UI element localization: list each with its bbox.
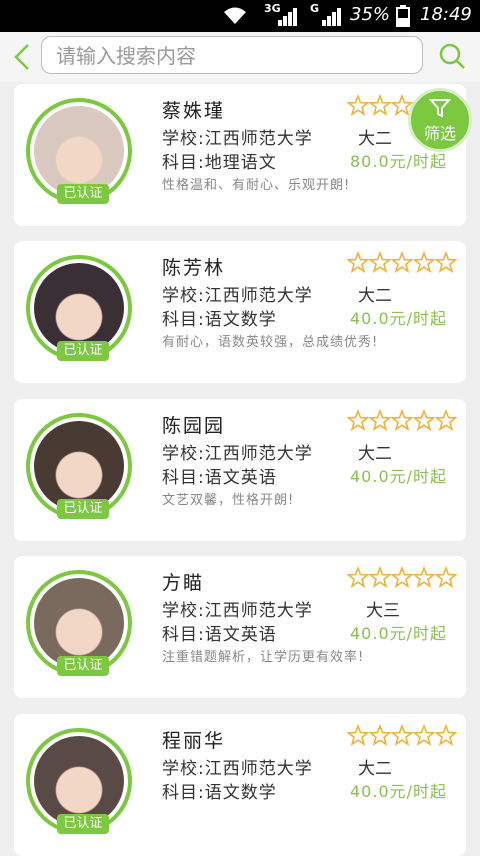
teacher-description: 有耐心，语数英较强，总成绩优秀! bbox=[162, 335, 379, 350]
star-icon bbox=[390, 251, 414, 273]
teacher-school: 学校:江西师范大学 bbox=[162, 601, 313, 621]
teacher-card[interactable]: 已认证 方瞄学校:江西师范大学 大三科目:语文英语 40.0元/时起注重错题解析，让学… bbox=[14, 556, 466, 698]
rating-stars bbox=[347, 251, 457, 273]
teacher-avatar[interactable]: 已认证 bbox=[26, 728, 132, 834]
back-arrow-icon[interactable] bbox=[10, 42, 34, 72]
star-icon bbox=[368, 251, 392, 273]
funnel-icon bbox=[429, 99, 451, 118]
teacher-grade: 大三 bbox=[366, 601, 400, 621]
rating-stars bbox=[347, 566, 457, 588]
star-icon bbox=[390, 409, 414, 431]
star-icon bbox=[434, 724, 457, 746]
teacher-name: 蔡姝瑾 bbox=[162, 100, 226, 122]
network-type-label-2: G bbox=[310, 2, 320, 15]
teacher-description: 注重错题解析，让学历更有效率! bbox=[162, 650, 365, 665]
star-icon bbox=[412, 409, 436, 431]
verified-badge: 已认证 bbox=[57, 184, 109, 204]
teacher-school: 学校:江西师范大学 bbox=[162, 286, 313, 306]
verified-badge: 已认证 bbox=[57, 499, 109, 519]
star-icon bbox=[434, 566, 457, 588]
star-icon bbox=[390, 566, 414, 588]
teacher-school: 学校:江西师范大学 bbox=[162, 759, 313, 779]
teacher-name: 陈芳林 bbox=[162, 257, 226, 279]
teacher-price: 40.0元/时起 bbox=[350, 624, 448, 643]
battery-icon bbox=[396, 5, 410, 27]
verified-badge: 已认证 bbox=[57, 656, 109, 676]
teacher-avatar[interactable]: 已认证 bbox=[26, 413, 132, 519]
teacher-subject: 科目:语文数学 bbox=[162, 310, 277, 330]
status-bar: 3G G 35% 18:49 bbox=[0, 0, 480, 32]
signal-icon-2 bbox=[322, 8, 341, 26]
teacher-avatar[interactable]: 已认证 bbox=[26, 570, 132, 676]
teacher-grade: 大二 bbox=[358, 129, 392, 149]
star-icon bbox=[347, 409, 370, 431]
teacher-grade: 大二 bbox=[358, 444, 392, 464]
teacher-name: 程丽华 bbox=[162, 730, 226, 752]
teacher-card[interactable]: 已认证 程丽华学校:江西师范大学 大二科目:语文数学 40.0元/时起 bbox=[14, 714, 466, 856]
teacher-name: 方瞄 bbox=[162, 572, 205, 594]
verified-badge: 已认证 bbox=[57, 341, 109, 361]
rating-stars bbox=[347, 724, 457, 746]
teacher-price: 40.0元/时起 bbox=[350, 309, 448, 328]
wifi-icon bbox=[224, 7, 246, 24]
teacher-price: 40.0元/时起 bbox=[350, 467, 448, 486]
signal-icon bbox=[278, 8, 297, 26]
avatar bbox=[34, 578, 124, 668]
teacher-school: 学校:江西师范大学 bbox=[162, 129, 313, 149]
teacher-school: 学校:江西师范大学 bbox=[162, 444, 313, 464]
teacher-subject: 科目:语文数学 bbox=[162, 783, 277, 803]
star-icon bbox=[368, 566, 392, 588]
teacher-subject: 科目:语文英语 bbox=[162, 468, 277, 488]
star-icon bbox=[412, 566, 436, 588]
teacher-subject: 科目:地理语文 bbox=[162, 153, 277, 173]
star-icon bbox=[347, 566, 370, 588]
top-bar bbox=[0, 32, 480, 82]
search-input[interactable] bbox=[42, 37, 418, 75]
avatar bbox=[34, 106, 124, 196]
clock: 18:49 bbox=[420, 4, 472, 25]
teacher-grade: 大二 bbox=[358, 286, 392, 306]
teacher-card[interactable]: 已认证 陈芳林学校:江西师范大学 大二科目:语文数学 40.0元/时起有耐心，语数英较… bbox=[14, 241, 466, 383]
star-icon bbox=[347, 251, 370, 273]
rating-stars bbox=[347, 409, 457, 431]
verified-badge: 已认证 bbox=[57, 814, 109, 834]
filter-label: 筛选 bbox=[423, 124, 456, 143]
star-icon bbox=[434, 409, 457, 431]
star-icon bbox=[347, 724, 370, 746]
battery-percent: 35% bbox=[350, 4, 391, 25]
teacher-card[interactable]: 已认证 蔡姝瑾学校:江西师范大学 大二科目:地理语文 80.0元/时起性格温和、有耐心… bbox=[14, 84, 466, 226]
star-icon bbox=[347, 94, 370, 116]
teacher-price: 80.0元/时起 bbox=[350, 152, 448, 171]
filter-button[interactable]: 筛选 bbox=[408, 88, 472, 152]
teacher-description: 文艺双馨，性格开朗! bbox=[162, 493, 295, 508]
teacher-card[interactable]: 已认证 陈园园学校:江西师范大学 大二科目:语文英语 40.0元/时起文艺双馨，性格开… bbox=[14, 399, 466, 541]
star-icon bbox=[412, 724, 436, 746]
teacher-subject: 科目:语文英语 bbox=[162, 625, 277, 645]
teacher-name: 陈园园 bbox=[162, 415, 226, 437]
star-icon bbox=[368, 409, 392, 431]
teacher-grade: 大二 bbox=[358, 759, 392, 779]
teacher-description: 性格温和、有耐心、乐观开朗! bbox=[162, 178, 351, 193]
star-icon bbox=[368, 724, 392, 746]
teacher-avatar[interactable]: 已认证 bbox=[26, 255, 132, 361]
avatar bbox=[34, 421, 124, 511]
teacher-avatar[interactable]: 已认证 bbox=[26, 98, 132, 204]
teacher-price: 40.0元/时起 bbox=[350, 782, 448, 801]
search-box[interactable] bbox=[41, 36, 423, 75]
star-icon bbox=[390, 724, 414, 746]
avatar bbox=[34, 736, 124, 826]
avatar bbox=[34, 263, 124, 353]
star-icon bbox=[412, 251, 436, 273]
star-icon bbox=[434, 251, 457, 273]
search-icon[interactable] bbox=[438, 42, 466, 70]
star-icon bbox=[368, 94, 392, 116]
